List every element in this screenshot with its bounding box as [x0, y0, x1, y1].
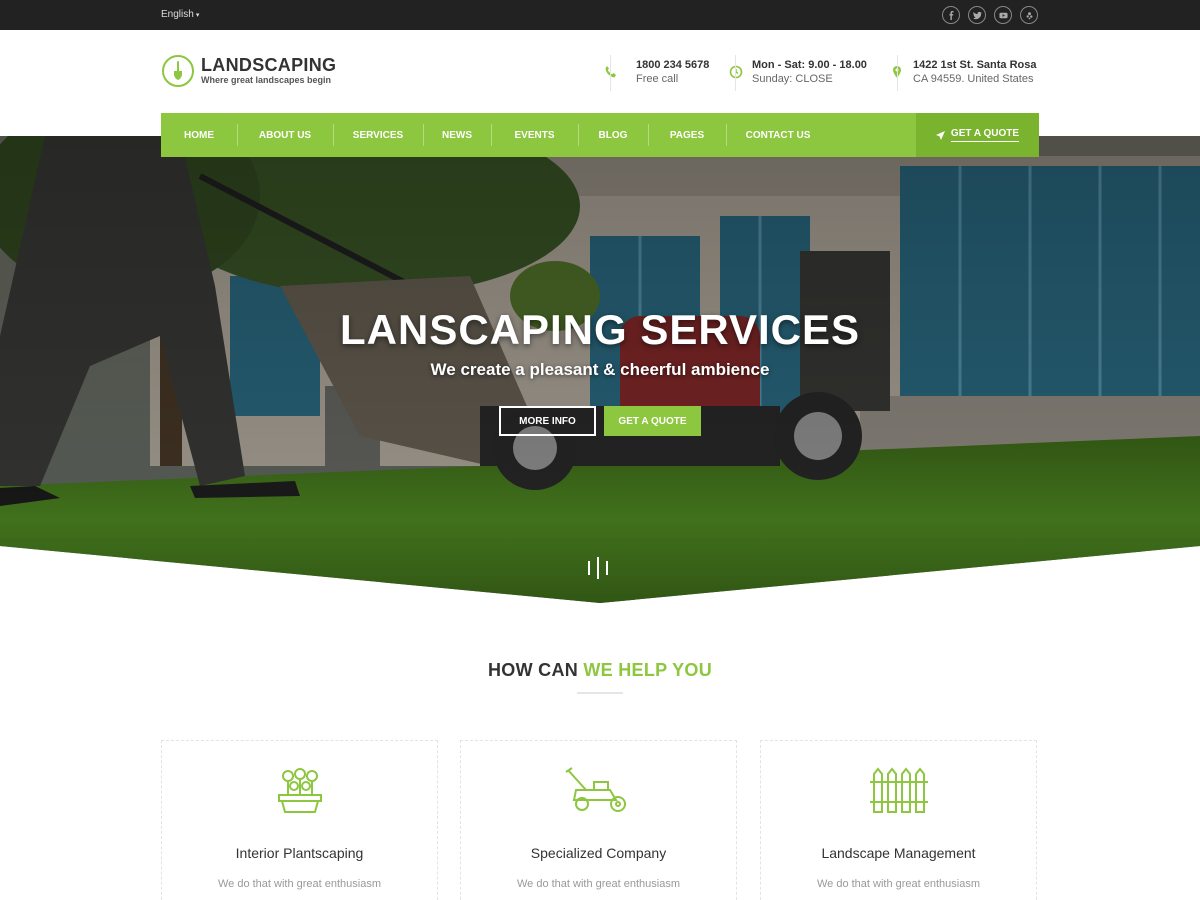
flower-pot-icon — [277, 768, 322, 813]
address-street: 1422 1st St. Santa Rosa — [913, 59, 1037, 71]
hero-banner: LANSCAPING SERVICES We create a pleasant… — [0, 136, 1200, 603]
hero-title: LANSCAPING SERVICES — [340, 306, 860, 353]
contact-phone: 1800 234 5678 Free call — [604, 58, 709, 86]
hours-weekdays: Mon - Sat: 9.00 - 18.00 — [752, 59, 867, 71]
shovel-icon — [162, 55, 194, 87]
card-title: Interior Plantscaping — [235, 845, 364, 861]
site-logo[interactable]: LANDSCAPING Where great landscapes begin — [162, 55, 336, 87]
nav-home[interactable]: HOME — [161, 113, 237, 157]
slider-indicator[interactable] — [588, 557, 608, 579]
facebook-icon[interactable] — [942, 6, 960, 24]
divider — [610, 55, 611, 91]
chevron-down-icon: ▾ — [195, 12, 200, 19]
divider — [897, 55, 898, 91]
phone-number: 1800 234 5678 — [636, 59, 710, 71]
more-info-button[interactable]: MORE INFO — [499, 406, 596, 436]
top-bar: English ▾ — [0, 0, 1200, 30]
hours-sunday: Sunday: CLOSE — [752, 73, 833, 85]
slide-dot[interactable] — [597, 557, 599, 579]
brand-name: LANDSCAPING — [201, 55, 337, 75]
twitter-icon[interactable] — [968, 6, 986, 24]
card-title: Specialized Company — [530, 845, 667, 861]
service-card[interactable]: Interior Plantscaping We do that with gr… — [161, 740, 438, 900]
section-title: HOW CAN WE HELP YOU — [0, 660, 1200, 681]
clock-icon — [729, 65, 743, 79]
nav-quote-label: GET A QUOTE — [950, 128, 1020, 142]
address-city: CA 94559. United States — [913, 73, 1034, 85]
card-text: We do that with great enthusiasm — [816, 878, 981, 890]
youtube-icon[interactable] — [994, 6, 1012, 24]
brand-tagline: Where great landscapes begin — [201, 75, 332, 85]
paper-plane-icon — [935, 130, 945, 140]
slide-dot[interactable] — [606, 561, 608, 575]
slide-dot[interactable] — [588, 561, 590, 575]
section-title-accent: WE HELP YOU — [583, 660, 713, 680]
service-card[interactable]: Landscape Management We do that with gre… — [760, 740, 1037, 900]
main-navigation: HOME ABOUT US SERVICES NEWS EVENTS BLOG … — [161, 113, 1039, 157]
nav-about-us[interactable]: ABOUT US — [237, 113, 333, 157]
section-divider — [577, 692, 623, 694]
social-links — [942, 6, 1038, 24]
card-text: We do that with great enthusiasm — [217, 878, 382, 890]
phone-note: Free call — [636, 73, 679, 85]
nav-get-quote-button[interactable]: GET A QUOTE — [916, 113, 1039, 157]
lawn-mower-icon — [564, 767, 626, 812]
section-title-main: HOW CAN — [487, 660, 584, 680]
card-text: We do that with great enthusiasm — [516, 878, 681, 890]
fence-icon — [869, 767, 928, 813]
divider — [735, 55, 736, 91]
nav-news[interactable]: NEWS — [423, 113, 491, 157]
phone-icon — [605, 66, 616, 78]
nav-contact-us[interactable]: CONTACT US — [726, 113, 830, 157]
hero-subtitle: We create a pleasant & cheerful ambience — [430, 360, 770, 379]
service-card[interactable]: Specialized Company We do that with grea… — [460, 740, 737, 900]
language-label: English — [161, 9, 194, 20]
card-title: Landscape Management — [821, 845, 976, 861]
nav-pages[interactable]: PAGES — [648, 113, 726, 157]
nav-events[interactable]: EVENTS — [491, 113, 578, 157]
opening-hours: Mon - Sat: 9.00 - 18.00 Sunday: CLOSE — [729, 58, 867, 86]
yelp-icon[interactable] — [1020, 6, 1038, 24]
nav-services[interactable]: SERVICES — [333, 113, 423, 157]
hero-get-quote-button[interactable]: GET A QUOTE — [604, 406, 701, 436]
language-selector[interactable]: English ▾ — [161, 9, 199, 20]
address: 1422 1st St. Santa Rosa CA 94559. United… — [890, 58, 1037, 86]
nav-blog[interactable]: BLOG — [578, 113, 648, 157]
